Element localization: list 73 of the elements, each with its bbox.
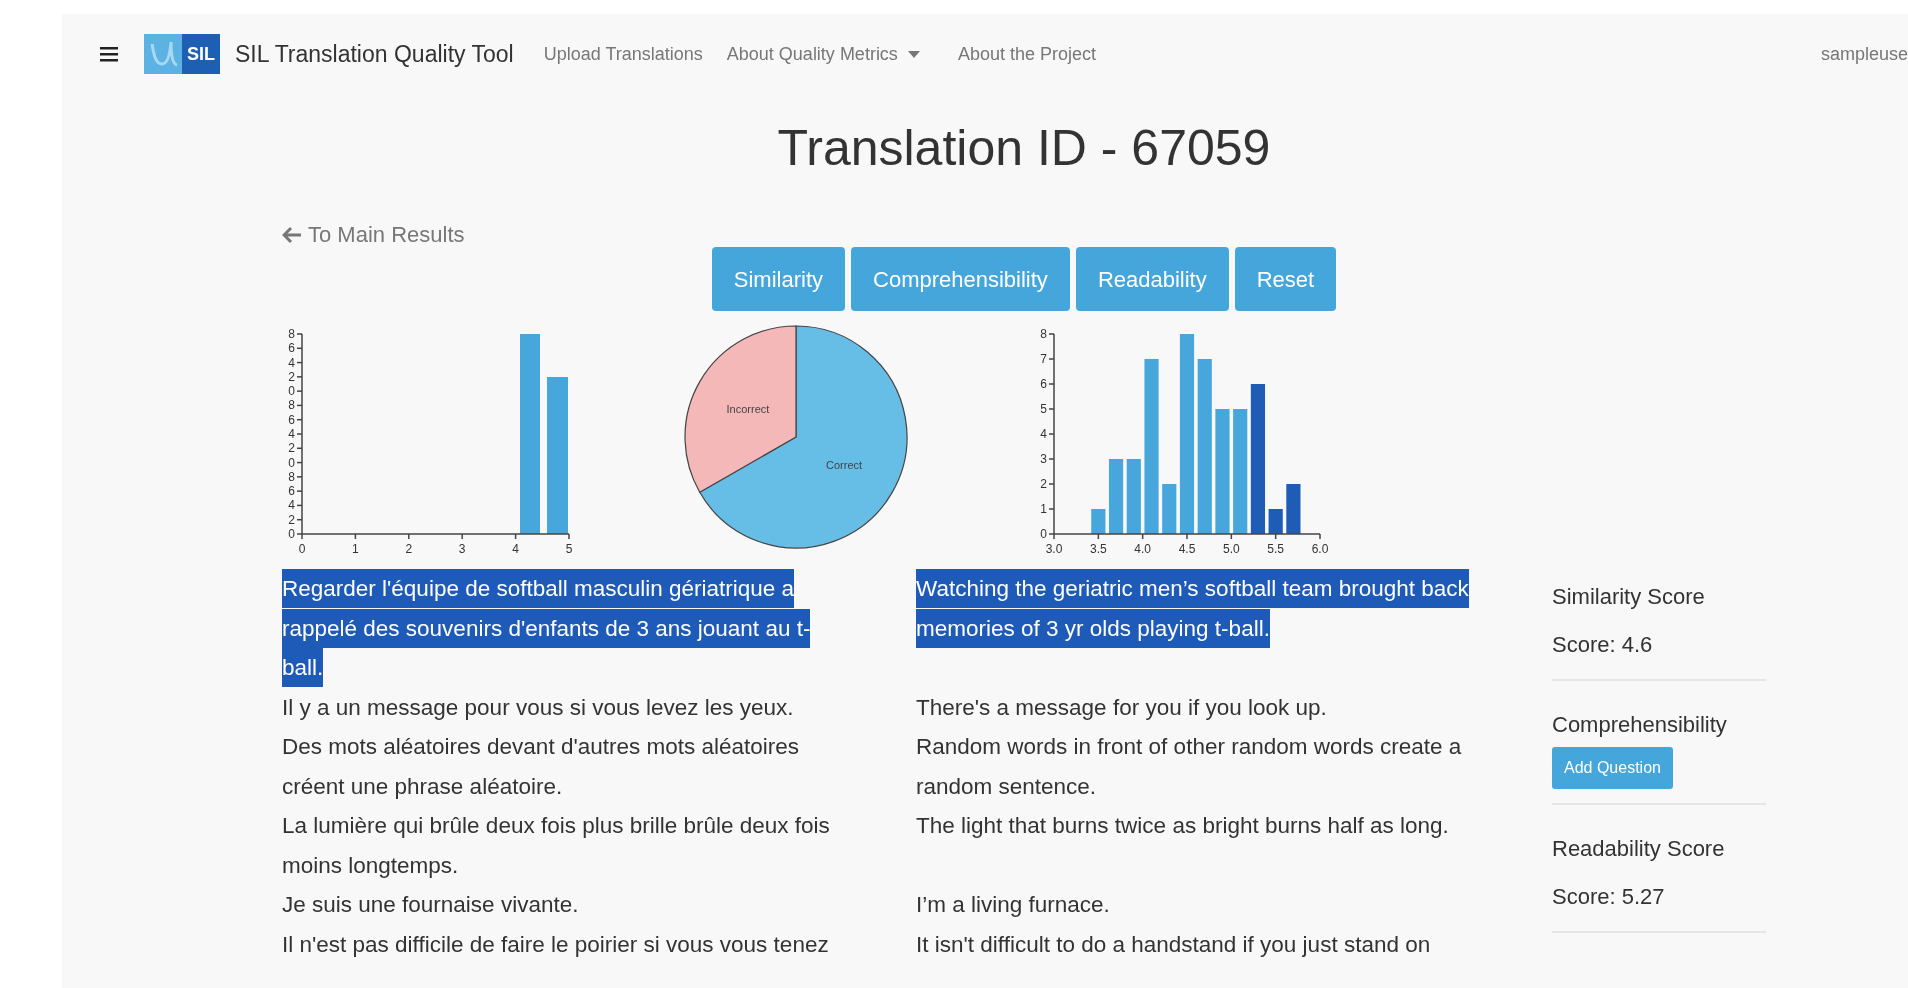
tick-label: 0 xyxy=(288,384,295,399)
page-title: Translation ID - 67059 xyxy=(776,119,1272,178)
tick-label: 4 xyxy=(288,355,295,370)
score-value: Score: 5.27 xyxy=(1552,883,1666,911)
tick-label: 2 xyxy=(288,512,295,527)
logo: SIL xyxy=(144,34,220,74)
score-heading: Readability Score xyxy=(1552,835,1726,863)
slice-label: Correct xyxy=(826,458,863,471)
bar xyxy=(1268,509,1283,534)
metric-button[interactable]: Reset xyxy=(1234,247,1337,311)
score-heading: Similarity Score xyxy=(1552,583,1706,611)
tick-label: 6 xyxy=(1040,377,1047,391)
source-sentence: Il y a un message pour vous si vous levez les yeux. xyxy=(282,693,795,722)
menu-icon[interactable] xyxy=(100,46,118,62)
metric-button[interactable]: Readability xyxy=(1075,247,1229,311)
bar xyxy=(1091,509,1106,534)
tick-label: 1 xyxy=(352,542,359,556)
tick-label: 6.0 xyxy=(1311,542,1329,556)
tick-label: 6 xyxy=(288,484,295,499)
tick-label: 2 xyxy=(288,369,295,384)
tick-label: 7 xyxy=(1040,352,1047,366)
target-sentence: It isn't difficult to do a handstand if you just stand on xyxy=(916,930,1432,959)
source-sentence: Je suis une fournaise vivante. xyxy=(282,891,580,919)
brand-title[interactable]: SIL Translation Quality Tool xyxy=(235,36,514,72)
tick-label: 4.0 xyxy=(1134,542,1151,556)
tick-label: 8 xyxy=(288,398,295,413)
tick-label: 2 xyxy=(288,441,295,456)
tick-label: 5 xyxy=(565,542,573,556)
slice-label: Incorrect xyxy=(726,403,770,416)
target-sentence: I’m a living furnace. xyxy=(916,891,1111,919)
nav-link[interactable]: About the Project xyxy=(957,40,1096,68)
tick-label: 5 xyxy=(1040,402,1047,416)
metric-button[interactable]: Similarity xyxy=(711,247,845,311)
tick-label: 3.5 xyxy=(1090,542,1107,556)
target-sentence: The light that burns twice as bright burns half as long. xyxy=(916,812,1450,840)
nav-link[interactable]: About Quality Metrics xyxy=(726,40,920,68)
user-name[interactable]: sampleuse xyxy=(1820,40,1908,68)
add-question-button[interactable]: Add Question xyxy=(1552,747,1673,789)
tick-label: 8 xyxy=(288,469,295,484)
tick-label: 6 xyxy=(288,412,295,427)
tick-label: 0 xyxy=(298,542,306,556)
nav-link[interactable]: Upload Translations xyxy=(543,40,703,68)
tick-label: 8 xyxy=(1040,327,1047,341)
tick-label: 3.0 xyxy=(1045,542,1063,556)
bar xyxy=(1162,484,1177,534)
score-value: Score: 4.6 xyxy=(1552,631,1654,659)
tick-label: 2 xyxy=(405,542,413,556)
tick-label: 0 xyxy=(1040,527,1047,541)
tick-label: 1 xyxy=(1040,502,1047,516)
back-link[interactable]: To Main Results xyxy=(282,218,465,251)
source-sentence: Des mots aléatoires devant d'autres mots aléatoires créent une phrase aléatoire. xyxy=(282,733,801,801)
tick-label: 4 xyxy=(288,427,295,441)
tick-label: 0 xyxy=(288,455,295,470)
tick-label: 4 xyxy=(1040,427,1047,441)
tick-label: 2 xyxy=(1040,477,1047,491)
tick-label: 5.5 xyxy=(1267,542,1284,556)
tick-label: 8 xyxy=(288,327,295,341)
tick-label: 5.0 xyxy=(1223,542,1240,556)
metric-button[interactable]: Comprehensibility xyxy=(851,247,1070,311)
tick-label: 4 xyxy=(288,498,295,513)
bar xyxy=(1286,484,1301,534)
target-sentence: Random words in front of other random words create a random sentence. xyxy=(916,733,1463,801)
arrow-left-icon xyxy=(282,225,302,244)
tick-label: 3 xyxy=(1040,452,1047,466)
source-sentence: La lumière qui brûle deux fois plus brille brûle deux fois moins longtemps. xyxy=(282,812,831,880)
tick-label: 0 xyxy=(288,527,295,541)
score-heading: Comprehensibility xyxy=(1552,711,1728,739)
tick-label: 3 xyxy=(458,542,466,556)
tick-label: 6 xyxy=(288,341,295,356)
tick-label: 4.5 xyxy=(1178,542,1196,556)
target-sentence: There's a message for you if you look up. xyxy=(916,693,1328,722)
source-sentence: Il n'est pas difficile de faire le poirier si vous vous tenez xyxy=(282,930,830,959)
tick-label: 4 xyxy=(512,542,519,556)
